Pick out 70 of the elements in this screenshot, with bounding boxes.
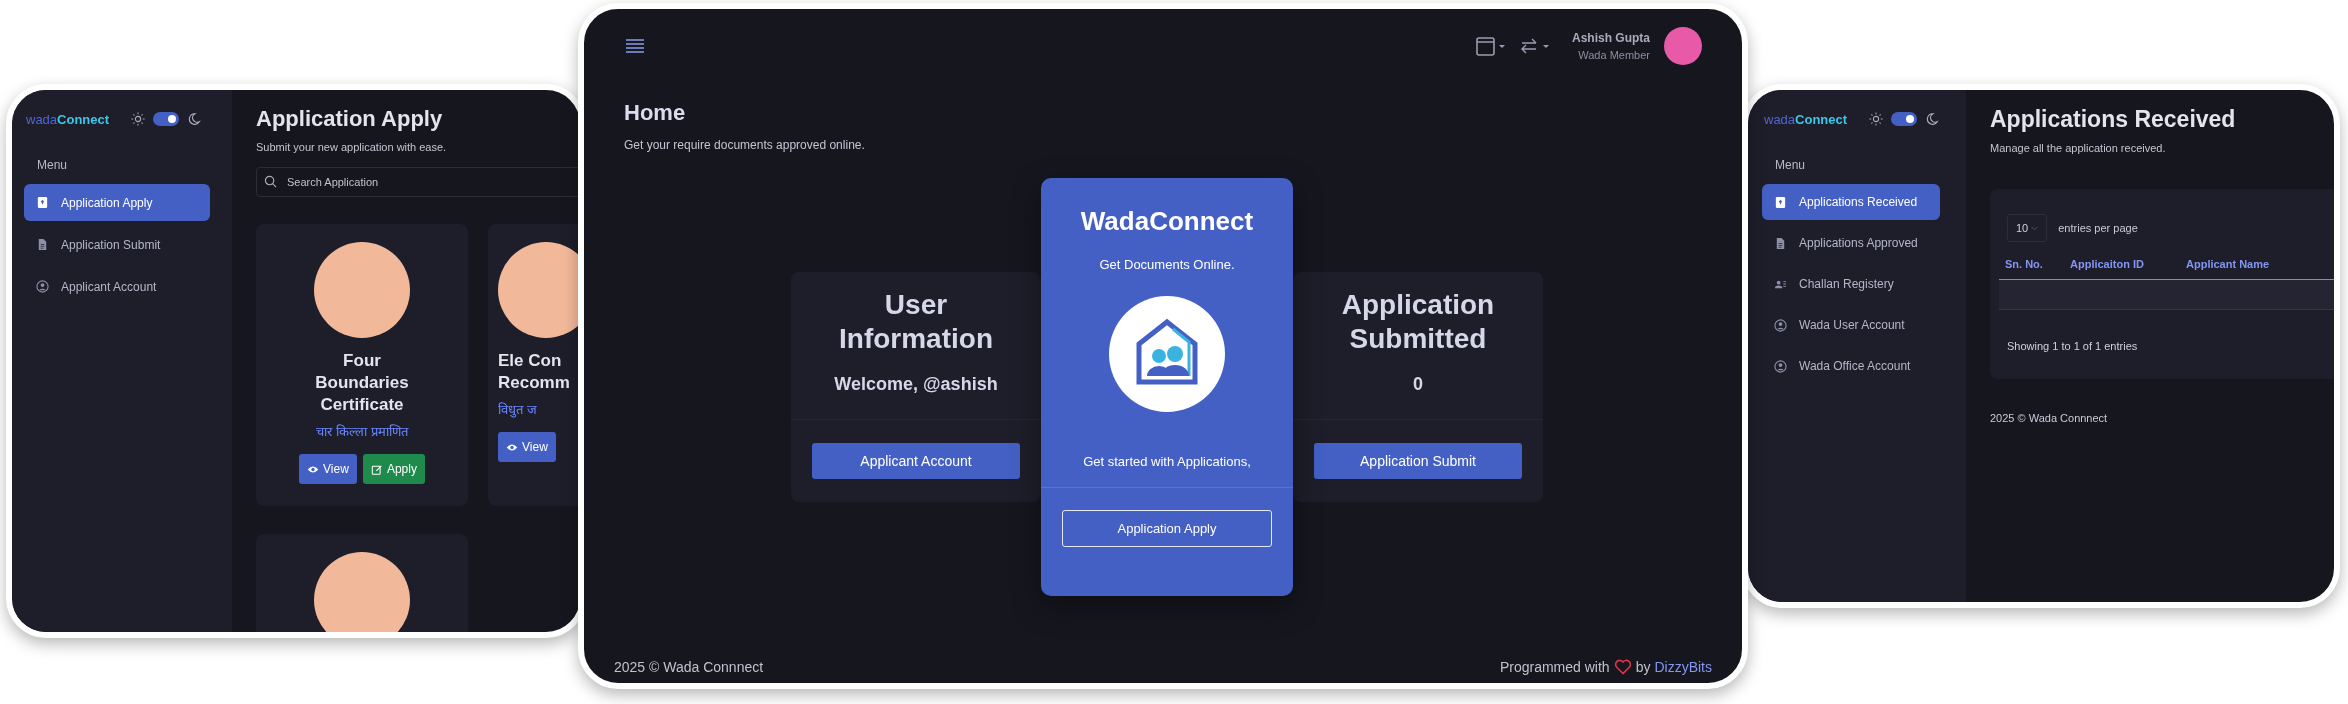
avatar[interactable] bbox=[1664, 27, 1702, 65]
card-button[interactable]: Applicant Account bbox=[812, 443, 1020, 479]
column-header[interactable]: Applicant Name bbox=[2186, 258, 2270, 270]
card-button[interactable]: Application Apply bbox=[1062, 510, 1272, 547]
footer-text: 2025 © Wada Connnect bbox=[614, 659, 764, 675]
apply-button[interactable]: Apply bbox=[362, 454, 425, 484]
user-circle-icon bbox=[1774, 359, 1787, 373]
logo-text: wadaConnect bbox=[1764, 111, 1848, 127]
upload-document-icon bbox=[1774, 195, 1787, 209]
menu-icon[interactable] bbox=[626, 39, 644, 53]
sidebar-item[interactable]: Applications Received bbox=[1762, 184, 1940, 220]
card-text: Get Documents Online. bbox=[1099, 257, 1235, 272]
chevron-icon bbox=[2031, 225, 2039, 231]
card-subtitle: चार किल्ला प्रमाणित bbox=[316, 423, 408, 440]
card-text: Welcome, @ashish bbox=[834, 374, 998, 395]
credit-text: by bbox=[1635, 659, 1651, 675]
column-header[interactable]: Applicaiton ID bbox=[2070, 258, 2186, 270]
page-subtitle: Manage all the application received. bbox=[1990, 142, 2167, 154]
card-title: WadaConnect bbox=[1080, 206, 1254, 237]
page-subtitle: Get your require documents approved online. bbox=[624, 138, 866, 152]
sidebar-item[interactable]: Wada Office Account bbox=[1762, 348, 1940, 384]
moon-icon bbox=[187, 112, 202, 126]
theme-toggle[interactable] bbox=[1891, 112, 1918, 126]
menu-heading: Menu bbox=[1774, 157, 1807, 174]
search-field[interactable]: Search Application bbox=[256, 167, 580, 197]
user-circle-icon bbox=[1774, 318, 1787, 332]
view-button[interactable]: View bbox=[299, 454, 357, 484]
card-button[interactable]: Application Submit bbox=[1314, 443, 1522, 479]
card-title: Four Boundaries Certificate bbox=[314, 350, 410, 416]
credit-text: Programmed with bbox=[1499, 659, 1610, 675]
page-title: Home bbox=[624, 100, 687, 126]
sun-icon bbox=[1869, 112, 1884, 126]
page-title: Application Apply bbox=[256, 106, 444, 132]
page-subtitle: Submit your new application with ease. bbox=[256, 141, 448, 153]
card-title: Ele Con Recomm bbox=[498, 350, 570, 394]
sidebar-item[interactable]: Challan Registery bbox=[1762, 266, 1940, 302]
document-icon bbox=[36, 238, 49, 251]
document-icon bbox=[1774, 236, 1787, 250]
page-title: Applications Received bbox=[1990, 106, 2237, 133]
card-text: 0 bbox=[1413, 374, 1423, 395]
column-header[interactable]: Sn. No. bbox=[2005, 258, 2070, 270]
user-role: Wada Member bbox=[1578, 49, 1650, 61]
house-people-icon bbox=[1109, 296, 1225, 412]
footer-text: 2025 © Wada Connnect bbox=[1990, 412, 2109, 424]
theme-toggle[interactable] bbox=[153, 112, 180, 126]
sidebar-item[interactable]: Application Apply bbox=[24, 184, 210, 221]
logo-text: wadaConnect bbox=[26, 111, 110, 127]
page-size-select[interactable]: 10 bbox=[2007, 214, 2048, 242]
table-info: Showing 1 to 1 of 1 entries bbox=[2007, 340, 2139, 352]
sun-icon bbox=[131, 112, 146, 126]
sidebar-item[interactable]: Applicant Account bbox=[24, 268, 210, 305]
page-size-label: entries per page bbox=[2058, 222, 2138, 234]
upload-document-icon bbox=[36, 196, 49, 209]
view-button[interactable]: View bbox=[498, 432, 556, 462]
calendar-icon[interactable] bbox=[1476, 35, 1506, 57]
card-title: Application Submitted bbox=[1340, 288, 1496, 356]
sidebar-item[interactable]: Applications Approved bbox=[1762, 225, 1940, 261]
moon-icon bbox=[1925, 112, 1940, 126]
sidebar-item[interactable]: Wada User Account bbox=[1762, 307, 1940, 343]
card-title: User Information bbox=[838, 288, 994, 356]
author-link[interactable]: DizzyBits bbox=[1654, 659, 1712, 675]
menu-heading: Menu bbox=[36, 157, 69, 174]
user-circle-icon bbox=[36, 280, 49, 293]
sidebar-item[interactable]: Application Submit bbox=[24, 226, 210, 263]
card-text: Get started with Applications, bbox=[1083, 454, 1251, 469]
card-subtitle: विधुत ज bbox=[498, 401, 537, 418]
search-icon bbox=[264, 175, 277, 188]
edit-icon bbox=[370, 463, 383, 475]
heart-icon bbox=[1613, 659, 1632, 675]
user-name: Ashish Gupta bbox=[1572, 31, 1650, 45]
